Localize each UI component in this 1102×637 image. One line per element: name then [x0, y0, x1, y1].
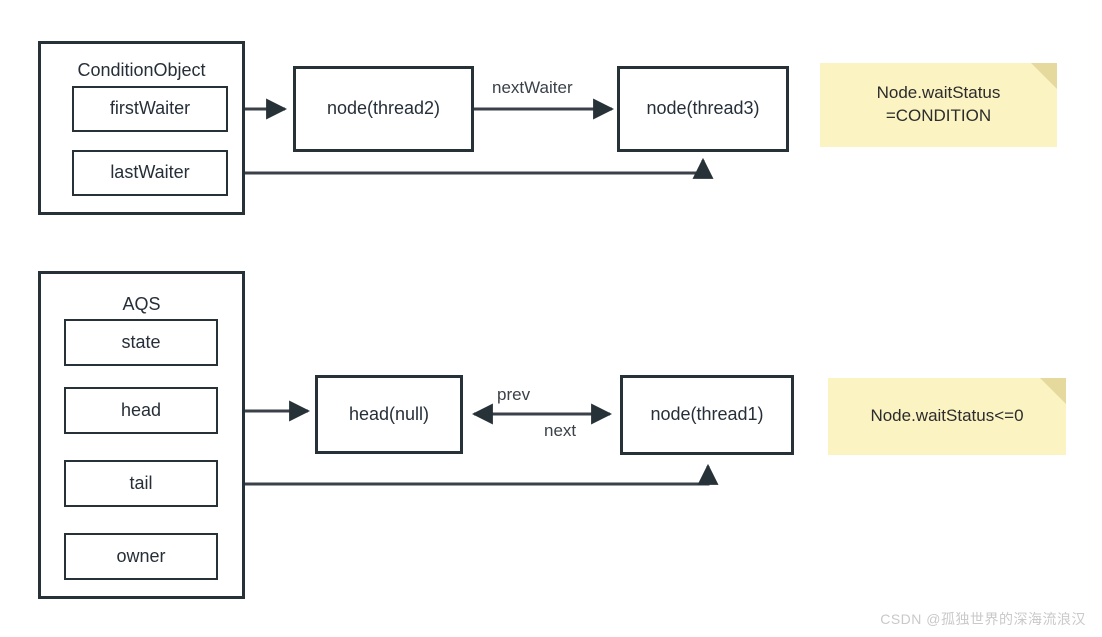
field-tail[interactable]: tail: [64, 460, 218, 507]
field-owner[interactable]: owner: [64, 533, 218, 580]
node-thread1-label: node(thread1): [650, 404, 764, 425]
edge-label-next-waiter: nextWaiter: [492, 78, 573, 97]
note-condition-waitstatus: Node.waitStatus =CONDITION: [820, 63, 1057, 147]
field-last-waiter-label: lastWaiter: [110, 162, 190, 183]
field-head[interactable]: head: [64, 387, 218, 434]
condition-object-title: ConditionObject: [77, 60, 206, 80]
node-thread3-label: node(thread3): [646, 98, 760, 119]
node-thread3[interactable]: node(thread3): [617, 66, 789, 152]
edge-label-next: next: [544, 421, 577, 440]
edge-label-prev: prev: [497, 385, 531, 404]
note-condition-waitstatus-text: Node.waitStatus =CONDITION: [876, 83, 1001, 125]
field-first-waiter-label: firstWaiter: [109, 98, 191, 119]
field-tail-label: tail: [129, 472, 153, 493]
connector-tail-to-thread1: [218, 463, 719, 486]
node-thread1[interactable]: node(thread1): [620, 375, 794, 455]
field-first-waiter[interactable]: firstWaiter: [72, 86, 228, 132]
node-head-null-label: head(null): [348, 403, 430, 424]
node-thread2[interactable]: node(thread2): [293, 66, 474, 152]
watermark: CSDN @孤独世界的深海流浪汉: [880, 611, 1086, 627]
field-owner-label: owner: [116, 545, 166, 566]
field-state[interactable]: state: [64, 319, 218, 366]
node-thread2-label: node(thread2): [326, 98, 441, 119]
field-last-waiter[interactable]: lastWaiter: [72, 150, 228, 196]
aqs-title: AQS: [122, 294, 161, 314]
note-aqs-waitstatus-text: Node.waitStatus<=0: [870, 406, 1024, 426]
note-aqs-waitstatus: Node.waitStatus<=0: [828, 378, 1066, 455]
note-fold-corner-icon: [1031, 63, 1057, 89]
node-head-null[interactable]: head(null): [315, 375, 463, 454]
connector-lastwaiter-to-thread3: [228, 157, 714, 179]
diagram-canvas: ConditionObject firstWaiter lastWaiter n…: [0, 0, 1102, 637]
note-fold-corner-icon: [1040, 378, 1066, 404]
field-head-label: head: [120, 399, 162, 420]
field-state-label: state: [121, 331, 161, 352]
